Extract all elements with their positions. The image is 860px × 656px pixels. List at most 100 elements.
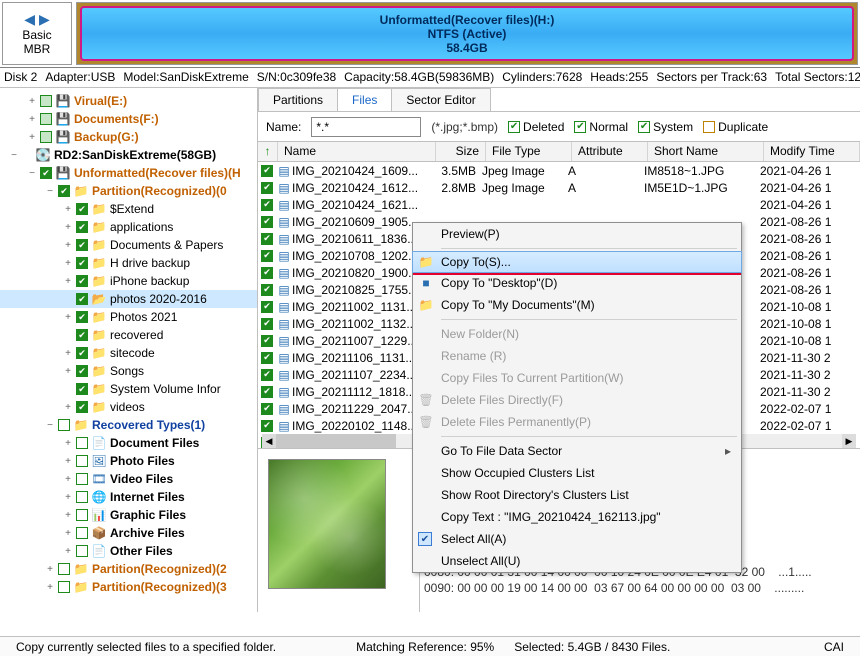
col-type[interactable]: File Type [486,142,572,161]
filter-pattern-input[interactable] [311,117,421,137]
volume-bar[interactable]: Unformatted(Recover files)(H:) NTFS (Act… [76,2,858,65]
menu-occupied-clusters[interactable]: Show Occupied Clusters List [413,462,741,484]
tree-node[interactable]: −📁Recovered Types(1) [0,416,257,434]
tree-node[interactable]: +✔📁iPhone backup [0,272,257,290]
expand-icon[interactable]: + [62,204,74,215]
tree-checkbox[interactable] [58,563,70,575]
expand-icon[interactable]: + [62,222,74,233]
tree-node[interactable]: ✔📂photos 2020-2016 [0,290,257,308]
tree-checkbox[interactable]: ✔ [76,239,88,251]
menu-preview[interactable]: Preview(P) [413,223,741,245]
tree-checkbox[interactable]: ✔ [40,167,52,179]
filter-system[interactable]: ✔System [638,120,693,134]
expand-icon[interactable]: − [44,420,56,431]
file-checkbox[interactable]: ✔ [261,165,273,177]
menu-copy-mydocs[interactable]: 📁Copy To "My Documents"(M) [413,294,741,316]
expand-icon[interactable]: + [26,114,38,125]
column-headers[interactable]: ↑ Name Size File Type Attribute Short Na… [258,142,860,162]
col-modify[interactable]: Modify Time [764,142,860,161]
expand-icon[interactable]: + [62,402,74,413]
tree-node[interactable]: +🖼Photo Files [0,452,257,470]
scroll-right-icon[interactable]: ▶ [842,434,856,448]
file-checkbox[interactable]: ✔ [261,420,273,432]
tree-node[interactable]: +✔📁H drive backup [0,254,257,272]
tree-checkbox[interactable]: ✔ [76,401,88,413]
expand-icon[interactable]: − [44,186,56,197]
filter-deleted[interactable]: ✔Deleted [508,120,564,134]
tree-node[interactable]: +📦Archive Files [0,524,257,542]
expand-icon[interactable]: + [26,96,38,107]
tree-node[interactable]: +💾Backup(G:) [0,128,257,146]
tree-checkbox[interactable]: ✔ [76,275,88,287]
file-checkbox[interactable]: ✔ [261,233,273,245]
expand-icon[interactable]: + [44,564,56,575]
tree-node[interactable]: ✔📁recovered [0,326,257,344]
tree-node[interactable]: ✔📁System Volume Infor [0,380,257,398]
filter-normal[interactable]: ✔Normal [574,120,628,134]
tree-checkbox[interactable] [76,437,88,449]
tree-node[interactable]: +✔📁$Extend [0,200,257,218]
tree-checkbox[interactable]: ✔ [76,293,88,305]
file-checkbox[interactable]: ✔ [261,216,273,228]
tree-node[interactable]: +📄Document Files [0,434,257,452]
scroll-left-icon[interactable]: ◀ [262,434,276,448]
tree-node[interactable]: +✔📁videos [0,398,257,416]
tree-node[interactable]: −💽RD2:SanDiskExtreme(58GB) [0,146,257,164]
filter-duplicate[interactable]: ✔Duplicate [703,120,768,134]
tree-checkbox[interactable]: ✔ [76,383,88,395]
col-size[interactable]: Size [436,142,486,161]
expand-icon[interactable]: + [62,258,74,269]
tree-checkbox[interactable] [40,131,52,143]
tree-node[interactable]: +📄Other Files [0,542,257,560]
tab-files[interactable]: Files [337,88,392,111]
tree-checkbox[interactable] [58,581,70,593]
tab-partitions[interactable]: Partitions [258,88,338,111]
expand-icon[interactable]: + [62,276,74,287]
tree-checkbox[interactable]: ✔ [76,329,88,341]
expand-icon[interactable]: + [62,366,74,377]
tree-node[interactable]: +✔📁Documents & Papers [0,236,257,254]
menu-goto-sector[interactable]: Go To File Data Sector▸ [413,440,741,462]
menu-root-clusters[interactable]: Show Root Directory's Clusters List [413,484,741,506]
file-checkbox[interactable]: ✔ [261,199,273,211]
tree-checkbox[interactable]: ✔ [76,203,88,215]
image-thumbnail[interactable] [268,459,386,589]
tree-checkbox[interactable] [58,419,70,431]
file-row[interactable]: ✔▤IMG_20210424_1621...2021-04-26 1 [258,196,860,213]
expand-icon[interactable]: + [62,456,74,467]
expand-icon[interactable]: + [62,312,74,323]
file-checkbox[interactable]: ✔ [261,284,273,296]
tree-node[interactable]: +📁Partition(Recognized)(2 [0,560,257,578]
file-checkbox[interactable]: ✔ [261,267,273,279]
tree-node[interactable]: +💾Virual(E:) [0,92,257,110]
menu-copy-text[interactable]: Copy Text : "IMG_20210424_162113.jpg" [413,506,741,528]
tree-checkbox[interactable] [40,95,52,107]
nav-arrows-icon[interactable]: ◀ ▶ [24,11,49,28]
col-attr[interactable]: Attribute [572,142,648,161]
file-checkbox[interactable]: ✔ [261,369,273,381]
menu-select-all[interactable]: ✔Select All(A) [413,528,741,550]
tree-node[interactable]: +🌐Internet Files [0,488,257,506]
disk-mbr-block[interactable]: ◀ ▶ Basic MBR [2,2,72,65]
tree-checkbox[interactable] [76,473,88,485]
expand-icon[interactable]: + [62,348,74,359]
expand-icon[interactable]: + [62,528,74,539]
menu-copy-desktop[interactable]: ■Copy To "Desktop"(D) [413,272,741,294]
expand-icon[interactable]: + [62,492,74,503]
tree-checkbox[interactable]: ✔ [76,347,88,359]
tree-checkbox[interactable]: ✔ [58,185,70,197]
tree-node[interactable]: +✔📁applications [0,218,257,236]
col-name[interactable]: Name [278,142,436,161]
expand-icon[interactable]: + [62,240,74,251]
tree-node[interactable]: −✔💾Unformatted(Recover files)(H [0,164,257,182]
tree-checkbox[interactable]: ✔ [76,221,88,233]
expand-icon[interactable]: − [26,168,38,179]
tree-checkbox[interactable] [76,545,88,557]
tree-node[interactable]: +📊Graphic Files [0,506,257,524]
expand-icon[interactable]: + [62,438,74,449]
tree-checkbox[interactable] [76,455,88,467]
file-checkbox[interactable]: ✔ [261,352,273,364]
file-checkbox[interactable]: ✔ [261,386,273,398]
expand-icon[interactable]: + [62,510,74,521]
file-checkbox[interactable]: ✔ [261,250,273,262]
